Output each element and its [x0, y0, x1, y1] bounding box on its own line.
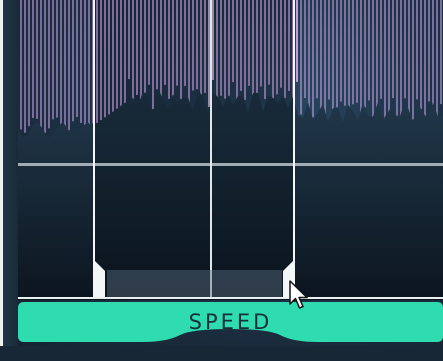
- spectrum-bar: [52, 0, 54, 120]
- left-frame-edge: [0, 0, 18, 361]
- spectrum-bar: [360, 0, 362, 122]
- spectrum-bar: [348, 0, 350, 122]
- app-stage: SPEED: [0, 0, 443, 361]
- spectrum-bar: [428, 0, 430, 102]
- spectrum-bar: [340, 0, 342, 102]
- spectrum-bar: [32, 0, 34, 119]
- spectrum-bar: [344, 0, 346, 106]
- range-end-line: [293, 0, 295, 270]
- spectrum-bar: [424, 0, 426, 122]
- spectrum-bar: [312, 0, 314, 118]
- range-start-line: [93, 0, 95, 270]
- spectrum-bar: [296, 0, 298, 82]
- spectrum-bar: [400, 0, 402, 118]
- spectrum-bar: [68, 0, 70, 131]
- spectrum-bar: [320, 0, 322, 113]
- speed-range-selection[interactable]: [95, 0, 295, 297]
- spectrum-bar: [412, 0, 414, 120]
- spectrum-bar: [300, 0, 302, 115]
- spectrum-bar: [56, 0, 58, 118]
- spectrum-bar: [364, 0, 366, 108]
- spectrum-bar: [416, 0, 418, 100]
- range-handle-track: [107, 270, 282, 297]
- timeline-baseline: [18, 297, 443, 299]
- spectrum-bar: [396, 0, 398, 116]
- spectrum-bar: [60, 0, 62, 126]
- spectrum-bar: [36, 0, 38, 119]
- mouse-pointer-icon: [289, 280, 308, 309]
- spectrum-bar: [388, 0, 390, 115]
- spectrum-bar: [432, 0, 434, 106]
- spectrum-bar: [408, 0, 410, 113]
- spectrum-bar: [72, 0, 74, 122]
- spectrum-bar: [332, 0, 334, 110]
- spectrum-bar: [380, 0, 382, 99]
- spectrum-bar: [436, 0, 438, 122]
- spectrum-panel: [18, 0, 443, 300]
- spectrum-bar: [392, 0, 394, 99]
- spectrum-bar: [376, 0, 378, 111]
- spectrum-bar: [352, 0, 354, 105]
- center-marker-line: [210, 0, 212, 297]
- horizontal-grid-line: [18, 163, 443, 166]
- spectrum-bar: [24, 0, 26, 133]
- range-start-handle[interactable]: [93, 255, 107, 297]
- spectrum-bar: [84, 0, 86, 132]
- spectrum-bar: [420, 0, 422, 110]
- spectrum-bar: [384, 0, 386, 119]
- spectrum-bar: [304, 0, 306, 99]
- spectrum-bar: [372, 0, 374, 121]
- spectrum-bar: [28, 0, 30, 127]
- spectrum-bar: [64, 0, 66, 133]
- spectrum-bar: [76, 0, 78, 118]
- spectrum-bar: [368, 0, 370, 101]
- spectrum-bar: [356, 0, 358, 103]
- spectrum-bar: [328, 0, 330, 100]
- spectrum-bar: [20, 0, 22, 130]
- spectrum-bar: [48, 0, 50, 129]
- spectrum-bar: [316, 0, 318, 99]
- spectrum-bar: [44, 0, 46, 133]
- spectrum-bar: [336, 0, 338, 122]
- bottom-strip: [0, 346, 443, 361]
- speed-button[interactable]: SPEED: [18, 302, 443, 344]
- spectrum-bar: [88, 0, 90, 132]
- speed-button-label: SPEED: [188, 310, 273, 334]
- spectrum-bar: [80, 0, 82, 124]
- spectrum-bar: [40, 0, 42, 128]
- spectrum-bar: [440, 0, 442, 105]
- spectrum-bar: [324, 0, 326, 120]
- spectrum-bar: [404, 0, 406, 99]
- spectrum-bar: [308, 0, 310, 116]
